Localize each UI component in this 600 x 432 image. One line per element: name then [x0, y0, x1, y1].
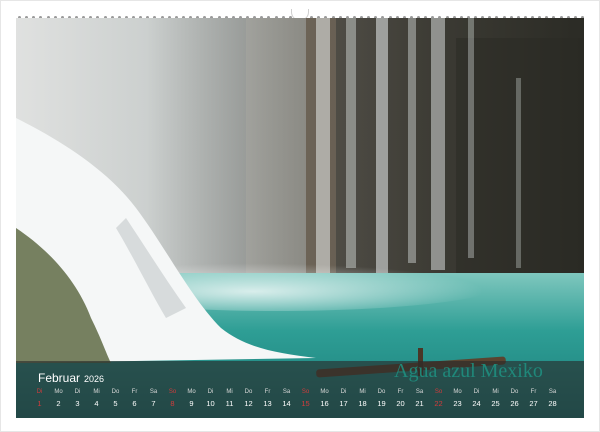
weekday-label: Fr [397, 389, 404, 395]
waterfall-photo [16, 18, 584, 418]
weekday-label: Sa [548, 389, 557, 395]
weekday-label: Fr [131, 389, 138, 395]
weekday-label: Do [111, 389, 120, 395]
day-number: 27 [529, 399, 538, 408]
day-number: 5 [113, 399, 118, 408]
weekday-label: Mo [54, 389, 63, 395]
day-number: 18 [358, 399, 367, 408]
day-number: 20 [396, 399, 405, 408]
day-cell: Do 26 [505, 388, 524, 411]
year-label: 2026 [84, 374, 105, 384]
month-name: Februar [38, 371, 81, 385]
day-cell: Sa 14 [277, 388, 296, 411]
day-cell: Mo 2 [49, 388, 68, 411]
day-number: 28 [548, 399, 557, 408]
weekday-label: Sa [149, 389, 158, 395]
day-number: 22 [434, 399, 443, 408]
day-cell: Di 17 [334, 388, 353, 411]
weekday-label: So [434, 389, 443, 395]
weekday-label: Di [340, 389, 347, 395]
weekday-label: Do [377, 389, 386, 395]
day-cell: Sa 21 [410, 388, 429, 411]
day-grid: Di 1 Mo 2 Di 3 Mi 4 Do 5 Fr 6 Sa 7 So 8 Mo 9 Di 10 Mi 11 Do 12 F… [30, 388, 570, 411]
day-cell: Mo 23 [448, 388, 467, 411]
weekday-label: Mi [93, 389, 100, 395]
day-number: 1 [37, 399, 42, 408]
weekday-label: Fr [530, 389, 537, 395]
weekday-label: Mo [187, 389, 196, 395]
day-cell: Fr 13 [258, 388, 277, 411]
weekday-label: Sa [282, 389, 291, 395]
day-cell: Mi 25 [486, 388, 505, 411]
day-cell: Di 24 [467, 388, 486, 411]
weekday-label: So [301, 389, 310, 395]
day-cell: Fr 6 [125, 388, 144, 411]
weekday-label: Mi [226, 389, 233, 395]
day-cell: Sa 28 [543, 388, 562, 411]
day-number: 19 [377, 399, 386, 408]
day-cell: Fr 27 [524, 388, 543, 411]
day-number: 11 [225, 399, 234, 408]
day-cell: Mi 11 [220, 388, 239, 411]
day-cell: Di 1 [30, 388, 49, 411]
day-cell: So 15 [296, 388, 315, 411]
day-number: 26 [510, 399, 519, 408]
month-title: Februar 2026 [38, 371, 104, 385]
weekday-label: Sa [415, 389, 424, 395]
day-number: 8 [170, 399, 175, 408]
day-number: 9 [189, 399, 194, 408]
weekday-label: Di [473, 389, 480, 395]
day-cell: Di 10 [201, 388, 220, 411]
day-number: 14 [282, 399, 291, 408]
day-cell: So 22 [429, 388, 448, 411]
day-cell: Mo 9 [182, 388, 201, 411]
weekday-label: Do [510, 389, 519, 395]
day-cell: Do 12 [239, 388, 258, 411]
day-cell: Di 3 [68, 388, 87, 411]
day-cell: Mi 18 [353, 388, 372, 411]
day-cell: Do 5 [106, 388, 125, 411]
calendar-page: Februar 2026 Agua azul Mexiko Di 1 Mo 2 Di 3 Mi… [0, 0, 600, 432]
day-number: 21 [415, 399, 424, 408]
day-number: 2 [56, 399, 61, 408]
weekday-label: Mo [320, 389, 329, 395]
waterfall-illustration [16, 18, 584, 418]
weekday-label: Di [74, 389, 81, 395]
weekday-label: Di [36, 389, 43, 395]
weekday-label: Mi [359, 389, 366, 395]
day-number: 17 [339, 399, 348, 408]
day-cell: So 8 [163, 388, 182, 411]
weekday-label: Fr [264, 389, 271, 395]
weekday-label: Do [244, 389, 253, 395]
day-number: 4 [94, 399, 99, 408]
day-cell: Mi 4 [87, 388, 106, 411]
day-number: 13 [263, 399, 272, 408]
day-number: 7 [151, 399, 156, 408]
weekday-label: Mi [492, 389, 499, 395]
day-cell: Sa 7 [144, 388, 163, 411]
weekday-label: Mo [453, 389, 462, 395]
watermark-title: Agua azul Mexiko [394, 360, 543, 382]
day-number: 12 [244, 399, 253, 408]
day-cell: Fr 20 [391, 388, 410, 411]
day-number: 15 [301, 399, 310, 408]
day-number: 3 [75, 399, 80, 408]
day-cell: Mo 16 [315, 388, 334, 411]
day-number: 23 [453, 399, 462, 408]
day-number: 25 [491, 399, 500, 408]
day-cell: Do 19 [372, 388, 391, 411]
day-number: 16 [320, 399, 329, 408]
day-number: 24 [472, 399, 481, 408]
weekday-label: Di [207, 389, 214, 395]
day-number: 6 [132, 399, 137, 408]
weekday-label: So [168, 389, 177, 395]
day-number: 10 [206, 399, 215, 408]
